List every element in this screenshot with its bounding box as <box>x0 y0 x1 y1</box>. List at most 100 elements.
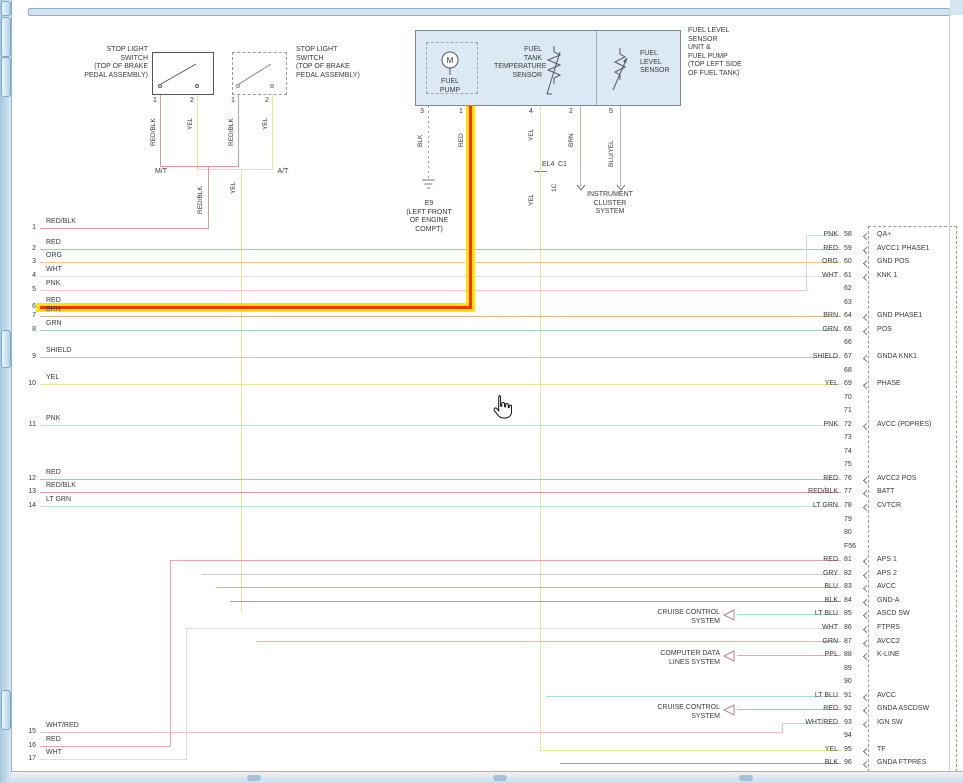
wire-gry[interactable] <box>202 574 841 575</box>
connector-pin-label: 1C <box>551 176 558 192</box>
motor-symbol: M <box>438 48 462 76</box>
wire-wht-red[interactable] <box>40 732 783 733</box>
system-annotation[interactable]: CRUISE CONTROL SYSTEM <box>618 609 720 626</box>
row-number: 16 <box>20 742 36 751</box>
pin-signal-label: FTPRS <box>877 624 959 633</box>
unit-pin-number: 5 <box>609 108 613 117</box>
wire-brn[interactable] <box>580 106 581 187</box>
pin-signal-label: GNDA KNK1 <box>877 353 959 362</box>
row-wire-color-label: BRN <box>46 306 61 315</box>
wire-color-label: BLU/YEL <box>608 117 615 167</box>
wire-blu[interactable] <box>216 587 841 588</box>
pin-signal-label: AVCC <box>877 692 959 701</box>
wire-red[interactable] <box>170 560 171 747</box>
wire-lt-grn[interactable] <box>40 506 841 507</box>
instrument-cluster-label[interactable]: INSTRUMENT CLUSTER SYSTEM <box>574 191 646 217</box>
pin-number: 75 <box>844 461 868 470</box>
wire-red[interactable] <box>40 479 841 480</box>
wire-shield[interactable] <box>40 357 841 358</box>
top-scrollbar[interactable] <box>28 8 951 16</box>
highlighted-wire-core[interactable] <box>40 306 472 309</box>
row-number: 3 <box>20 258 36 267</box>
switch-symbol <box>152 52 214 95</box>
system-link-arrow-icon <box>722 608 736 620</box>
wire-org[interactable] <box>40 262 841 263</box>
splitter-notch[interactable] <box>739 775 753 781</box>
pin-number: 70 <box>844 394 868 403</box>
wire-red-blk[interactable] <box>40 492 841 493</box>
arrow-down-icon <box>576 184 586 191</box>
pin-wire-color-label: PNK <box>768 231 838 240</box>
row-wire-color-label: PNK <box>46 415 60 424</box>
wire-pnk[interactable] <box>40 290 807 291</box>
wire-red-blk[interactable] <box>160 166 239 167</box>
pin-wire-color-label: RED <box>768 475 838 484</box>
pin-signal-label: KNK 1 <box>877 272 959 281</box>
thermistor-symbol <box>546 44 562 100</box>
pin-number: 74 <box>844 448 868 457</box>
diagram-canvas[interactable]: STOP LIGHT SWITCH (TOP OF BRAKE PEDAL AS… <box>0 0 963 783</box>
wire-color-label: YEL <box>187 106 194 130</box>
dock-segment[interactable] <box>1 17 11 57</box>
wire-yel[interactable] <box>197 95 198 170</box>
row-wire-color-label: WHT <box>46 266 62 275</box>
wire-yel[interactable] <box>540 106 541 751</box>
wire-wht[interactable] <box>40 276 841 277</box>
pin-wire-color-label: GRN <box>768 326 838 335</box>
unit-pin-number: 1 <box>459 108 463 117</box>
pin-number: 62 <box>844 285 868 294</box>
splitter-notch[interactable] <box>493 775 507 781</box>
pin-signal-label: K-LINE <box>877 651 959 660</box>
system-annotation[interactable]: CRUISE CONTROL SYSTEM <box>618 704 720 721</box>
wire-brn[interactable] <box>40 316 841 317</box>
pin-number: 79 <box>844 516 868 525</box>
wire-red[interactable] <box>170 560 841 561</box>
system-annotation[interactable]: COMPUTER DATA LINES SYSTEM <box>618 650 720 667</box>
wire-blu-yel[interactable] <box>620 106 621 187</box>
wire-red[interactable] <box>40 249 841 250</box>
highlighted-wire-core[interactable] <box>469 106 472 309</box>
pin-signal-label: AVCC <box>877 583 959 592</box>
bottom-status-bar[interactable] <box>11 771 963 783</box>
wire-wht[interactable] <box>186 628 841 629</box>
wire-blk[interactable] <box>230 601 841 602</box>
right-panel-edge <box>949 8 950 770</box>
wire-red-blk[interactable] <box>160 95 161 167</box>
wire-yel[interactable] <box>272 95 273 170</box>
pin-wire-color-label: LT GRN <box>768 502 838 511</box>
connector-label: C1 <box>558 161 567 170</box>
wire-blk[interactable] <box>428 106 429 179</box>
ground-label: E9 (LEFT FRONT OF ENGINE COMPT) <box>400 200 458 234</box>
splitter-notch[interactable] <box>247 775 261 781</box>
wire-grn[interactable] <box>40 330 841 331</box>
wire-color-label: BLK <box>417 117 424 147</box>
row-wire-color-label: RED/BLK <box>46 218 76 227</box>
row-number: 11 <box>20 421 36 430</box>
wire-pnk[interactable] <box>40 425 841 426</box>
row-wire-color-label: WHT <box>46 749 62 758</box>
row-number: 5 <box>20 286 36 295</box>
wire-grn[interactable] <box>256 641 841 642</box>
pin-signal-label: APS 1 <box>877 556 959 565</box>
wire-red[interactable] <box>40 746 171 747</box>
dock-segment[interactable] <box>1 690 11 730</box>
wire-yel[interactable] <box>241 169 242 613</box>
pin-signal-label: APS 2 <box>877 570 959 579</box>
dock-segment[interactable] <box>1 57 11 97</box>
unit-pin-number: 2 <box>569 108 573 117</box>
pin-wire-color-label: RED <box>768 245 838 254</box>
switch-pin-number: 2 <box>190 97 194 106</box>
wire-wht[interactable] <box>40 759 187 760</box>
dock-segment[interactable] <box>1 1 11 16</box>
pin-wire-color-label: RED <box>768 705 838 714</box>
wire-red-blk[interactable] <box>238 95 239 167</box>
wire-yel[interactable] <box>40 384 841 385</box>
wire-red-blk[interactable] <box>40 228 209 229</box>
wire-red-blk[interactable] <box>208 166 209 229</box>
row-wire-color-label: RED <box>46 736 61 745</box>
wire-wht[interactable] <box>186 628 187 760</box>
dock-segment[interactable] <box>1 330 11 368</box>
pin-wire-color-label: PPL <box>768 651 838 660</box>
pin-number: 80 <box>844 529 868 538</box>
pin-wire-color-label: ORG <box>768 258 838 267</box>
